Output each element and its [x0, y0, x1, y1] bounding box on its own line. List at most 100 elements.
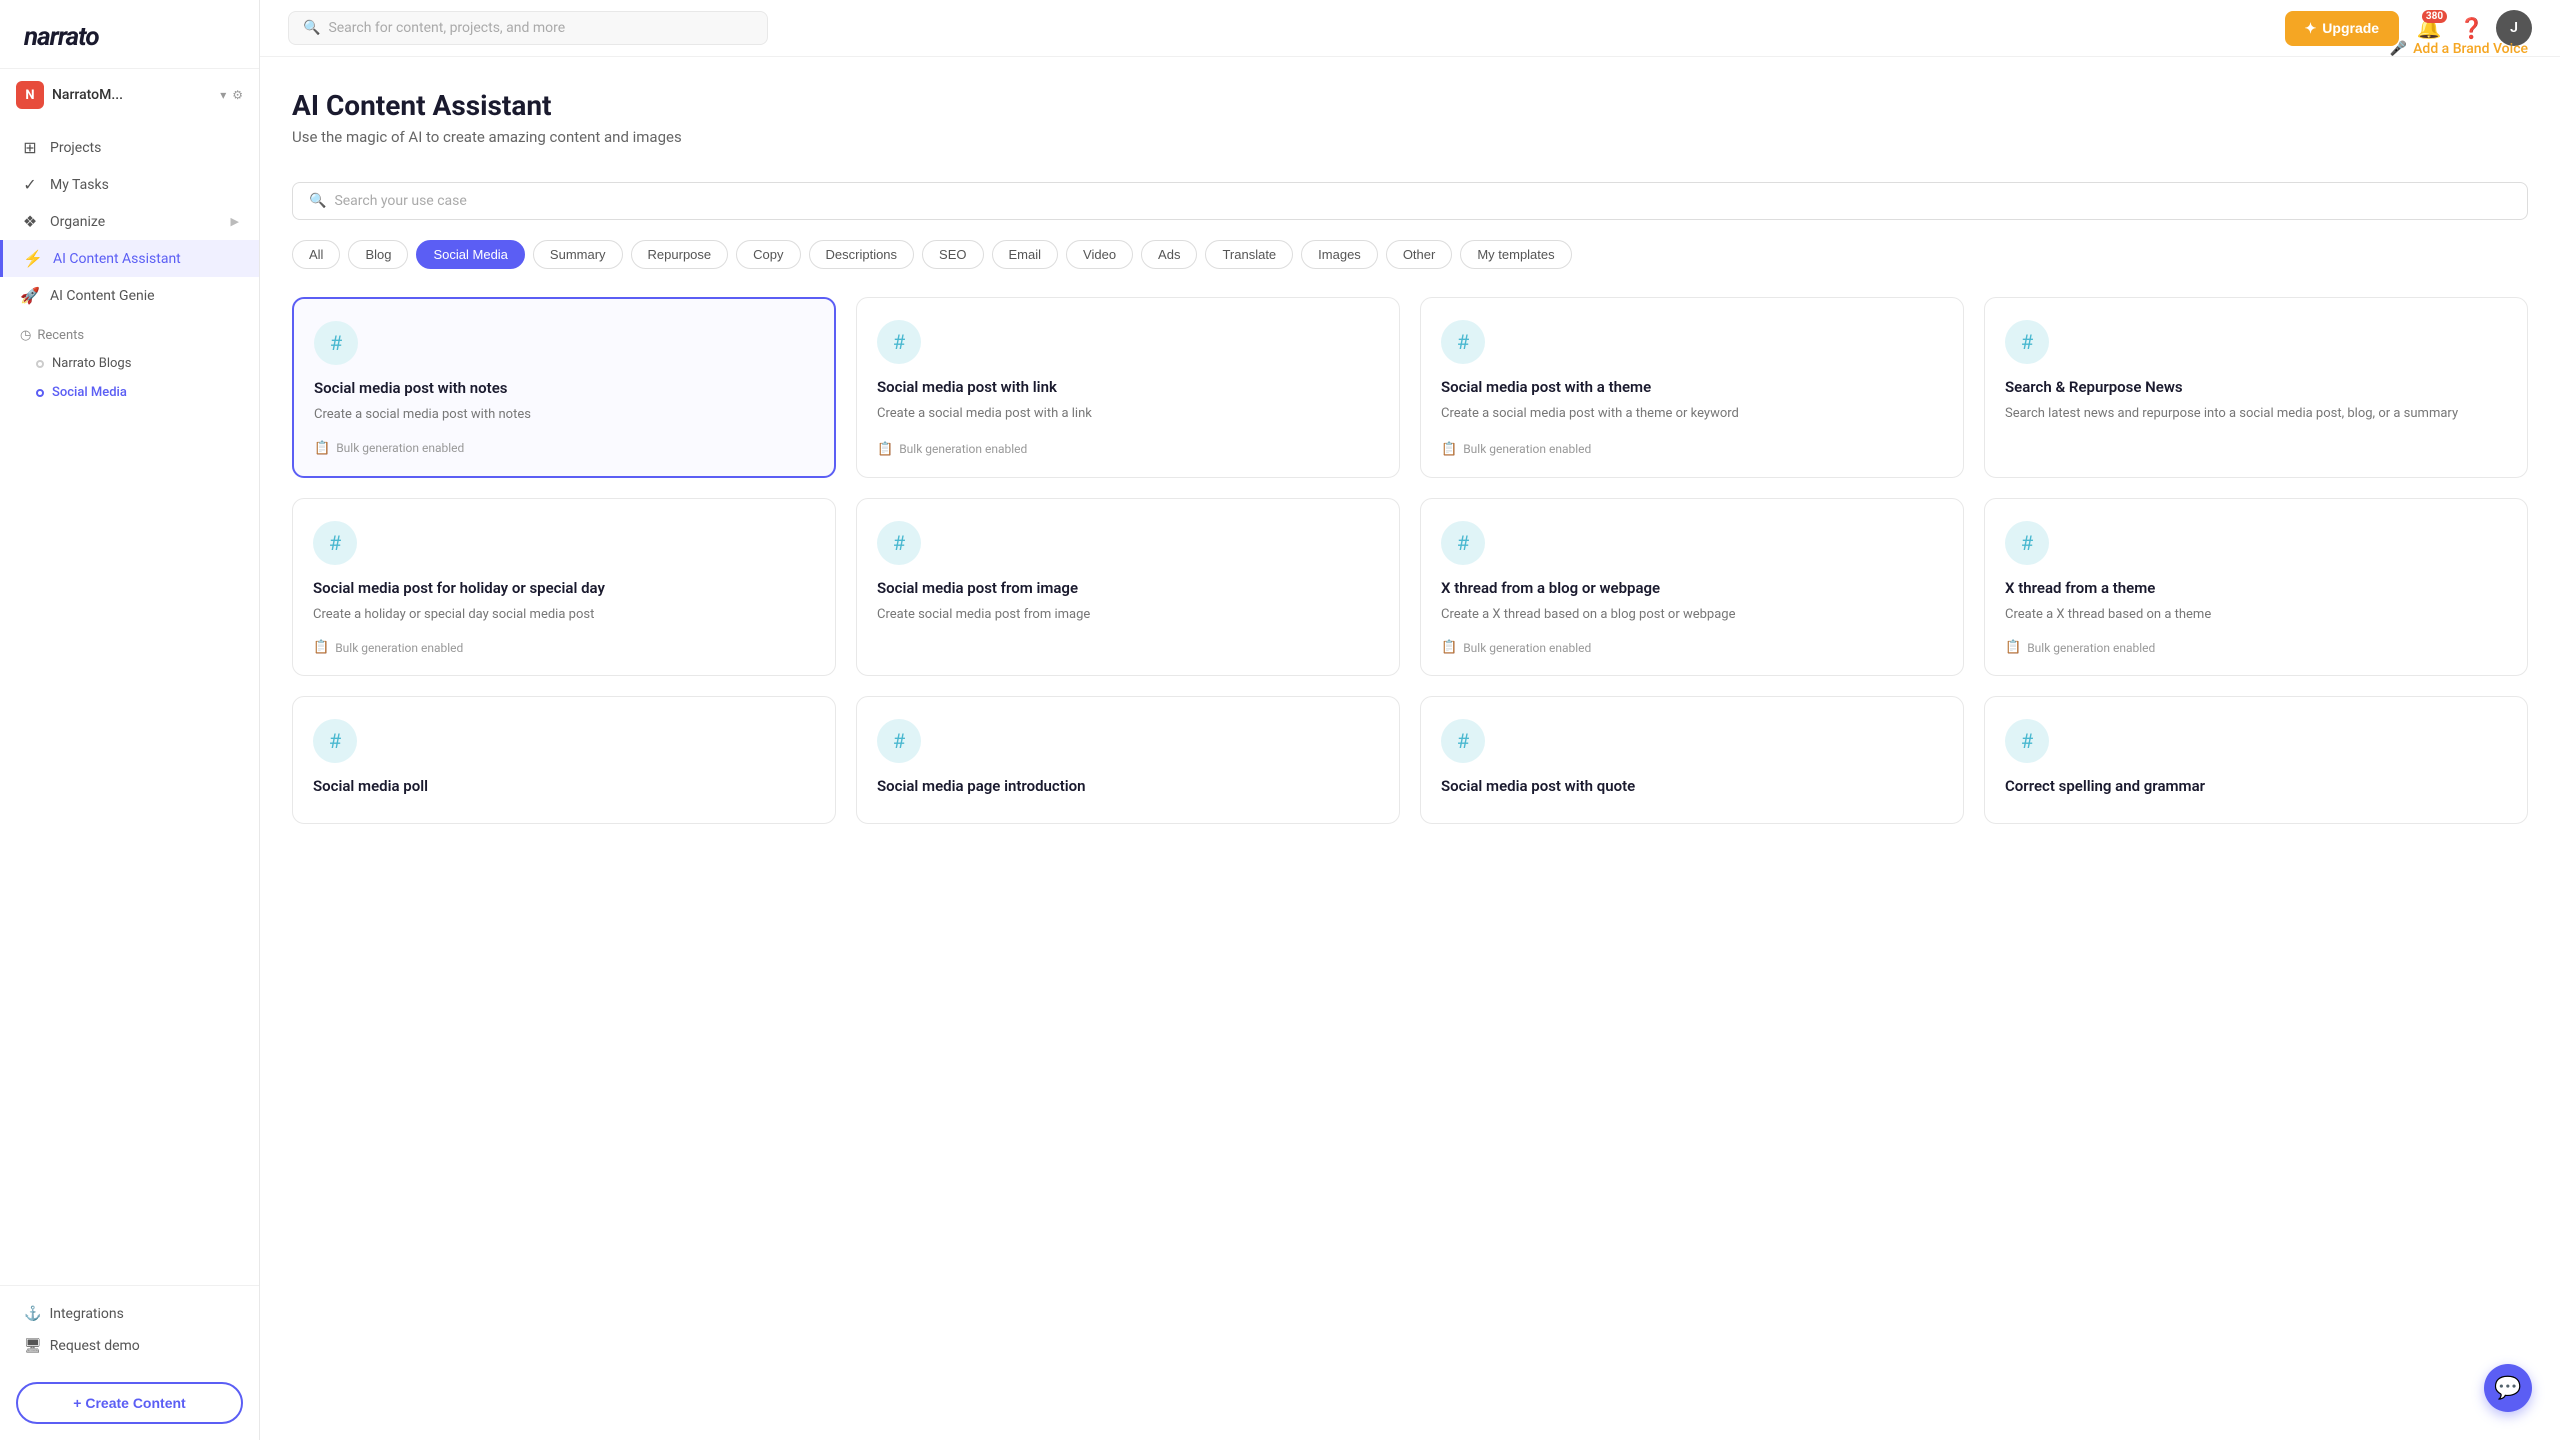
card-search-repurpose-news[interactable]: # Search & Repurpose News Search latest …	[1984, 297, 2528, 478]
sidebar-item-ai-content-assistant[interactable]: ⚡ AI Content Assistant	[0, 240, 259, 277]
cards-grid: # Social media post with notes Create a …	[292, 297, 2528, 824]
card-desc-search-repurpose-news: Search latest news and repurpose into a …	[2005, 404, 2507, 457]
card-title-social-media-link: Social media post with link	[877, 378, 1379, 396]
card-title-social-media-notes: Social media post with notes	[314, 379, 814, 397]
settings-icon[interactable]: ⚙	[232, 88, 243, 102]
sidebar-item-projects[interactable]: ⊞ Projects	[0, 129, 259, 166]
bulk-icon: 📋	[2005, 640, 2021, 655]
request-demo-icon: 🖥	[24, 1338, 42, 1354]
filter-pill-copy[interactable]: Copy	[736, 240, 800, 269]
filter-pill-blog[interactable]: Blog	[348, 240, 408, 269]
bulk-icon: 📋	[314, 441, 330, 456]
search-icon-small: 🔍	[309, 193, 326, 209]
bottom-item-integrations[interactable]: ⚓ Integrations	[16, 1298, 243, 1330]
card-title-social-media-quote: Social media post with quote	[1441, 777, 1943, 795]
card-icon-social-media-link: #	[877, 320, 921, 364]
filter-pill-translate[interactable]: Translate	[1205, 240, 1293, 269]
sidebar-item-label: AI Content Assistant	[53, 251, 181, 267]
bottom-item-request-demo[interactable]: 🖥 Request demo	[16, 1330, 243, 1362]
filter-pill-summary[interactable]: Summary	[533, 240, 623, 269]
filter-pill-video[interactable]: Video	[1066, 240, 1133, 269]
card-desc-x-thread-blog: Create a X thread based on a blog post o…	[1441, 605, 1943, 625]
card-icon-search-repurpose-news: #	[2005, 320, 2049, 364]
filter-pill-my-templates[interactable]: My templates	[1460, 240, 1571, 269]
card-desc-social-media-holiday: Create a holiday or special day social m…	[313, 605, 815, 625]
help-button[interactable]: ❓	[2459, 16, 2484, 40]
bulk-label: Bulk generation enabled	[336, 441, 464, 455]
bulk-icon: 📋	[1441, 442, 1457, 457]
card-social-media-poll[interactable]: # Social media poll	[292, 696, 836, 824]
card-social-media-notes[interactable]: # Social media post with notes Create a …	[292, 297, 836, 478]
bottom-item-label: Request demo	[50, 1338, 140, 1354]
card-social-media-quote[interactable]: # Social media post with quote	[1420, 696, 1964, 824]
filter-pill-social-media[interactable]: Social Media	[416, 240, 524, 269]
card-social-media-from-image[interactable]: # Social media post from image Create so…	[856, 498, 1400, 677]
sidebar-item-my-tasks[interactable]: ✓ My Tasks	[0, 166, 259, 203]
chevron-down-icon[interactable]: ▾	[220, 88, 226, 102]
card-x-thread-theme[interactable]: # X thread from a theme Create a X threa…	[1984, 498, 2528, 677]
sidebar-item-ai-content-genie[interactable]: 🚀 AI Content Genie	[0, 277, 259, 314]
upgrade-icon: ✦	[2305, 20, 2317, 37]
workspace-selector[interactable]: N NarratoM... ▾ ⚙	[0, 69, 259, 121]
filter-pill-images[interactable]: Images	[1301, 240, 1378, 269]
card-x-thread-blog[interactable]: # X thread from a blog or webpage Create…	[1420, 498, 1964, 677]
card-title-social-media-holiday: Social media post for holiday or special…	[313, 579, 815, 597]
filter-pill-all[interactable]: All	[292, 240, 340, 269]
recent-item-social-media[interactable]: Social Media	[0, 378, 259, 407]
sidebar-item-label: My Tasks	[50, 177, 109, 193]
card-social-media-holiday[interactable]: # Social media post for holiday or speci…	[292, 498, 836, 677]
usecase-placeholder: Search your use case	[334, 193, 466, 209]
chat-bubble-button[interactable]: 💬	[2484, 1364, 2532, 1412]
sidebar: narrato N NarratoM... ▾ ⚙ ⊞ Projects ✓ M…	[0, 0, 260, 1440]
upgrade-button[interactable]: ✦ Upgrade	[2285, 11, 2400, 46]
card-title-x-thread-blog: X thread from a blog or webpage	[1441, 579, 1943, 597]
card-title-x-thread-theme: X thread from a theme	[2005, 579, 2507, 597]
page-content: AI Content Assistant Use the magic of AI…	[260, 57, 2560, 856]
card-icon-social-media-page-intro: #	[877, 719, 921, 763]
avatar-initial: J	[2510, 20, 2518, 36]
recents-section: ◷ Recents Narrato Blogs Social Media	[0, 314, 259, 415]
sidebar-item-organize[interactable]: ❖ Organize ▶	[0, 203, 259, 240]
card-social-media-theme[interactable]: # Social media post with a theme Create …	[1420, 297, 1964, 478]
bulk-label: Bulk generation enabled	[2027, 641, 2155, 655]
chat-icon: 💬	[2494, 1376, 2521, 1401]
bulk-icon: 📋	[877, 442, 893, 457]
recents-label: ◷ Recents	[0, 322, 259, 349]
page-header-left: AI Content Assistant Use the magic of AI…	[292, 89, 682, 174]
card-bulk-x-thread-blog: 📋 Bulk generation enabled	[1441, 640, 1943, 655]
clock-icon: ◷	[20, 328, 31, 343]
global-search[interactable]: 🔍 Search for content, projects, and more	[288, 11, 768, 45]
usecase-search[interactable]: 🔍 Search your use case	[292, 182, 2528, 220]
mic-icon: 🎤	[2390, 41, 2407, 57]
card-title-correct-spelling: Correct spelling and grammar	[2005, 777, 2507, 795]
card-correct-spelling[interactable]: # Correct spelling and grammar	[1984, 696, 2528, 824]
notifications-button[interactable]: 🔔 380	[2411, 10, 2447, 46]
sidebar-item-label: AI Content Genie	[50, 288, 155, 304]
bulk-label: Bulk generation enabled	[335, 641, 463, 655]
filter-pill-email[interactable]: Email	[992, 240, 1059, 269]
recent-item-narrato-blogs[interactable]: Narrato Blogs	[0, 349, 259, 378]
card-social-media-page-intro[interactable]: # Social media page introduction	[856, 696, 1400, 824]
create-content-button[interactable]: + Create Content	[16, 1382, 243, 1424]
card-bulk-x-thread-theme: 📋 Bulk generation enabled	[2005, 640, 2507, 655]
search-icon: 🔍	[303, 20, 320, 36]
card-title-search-repurpose-news: Search & Repurpose News	[2005, 378, 2507, 396]
sidebar-item-label: Projects	[50, 140, 101, 156]
sidebar-bottom: ⚓ Integrations 🖥 Request demo	[0, 1285, 259, 1374]
filter-pill-repurpose[interactable]: Repurpose	[631, 240, 729, 269]
recent-item-label: Narrato Blogs	[52, 356, 131, 371]
integrations-icon: ⚓	[24, 1306, 41, 1322]
card-social-media-link[interactable]: # Social media post with link Create a s…	[856, 297, 1400, 478]
card-icon-x-thread-blog: #	[1441, 521, 1485, 565]
filter-pill-other[interactable]: Other	[1386, 240, 1453, 269]
filter-pill-seo[interactable]: SEO	[922, 240, 983, 269]
workspace-controls: ▾ ⚙	[220, 88, 243, 102]
card-bulk-social-media-holiday: 📋 Bulk generation enabled	[313, 640, 815, 655]
card-icon-x-thread-theme: #	[2005, 521, 2049, 565]
filter-pill-ads[interactable]: Ads	[1141, 240, 1197, 269]
card-bulk-social-media-theme: 📋 Bulk generation enabled	[1441, 442, 1943, 457]
card-desc-x-thread-theme: Create a X thread based on a theme	[2005, 605, 2507, 625]
filter-pill-descriptions[interactable]: Descriptions	[809, 240, 915, 269]
card-icon-social-media-notes: #	[314, 321, 358, 365]
card-desc-social-media-theme: Create a social media post with a theme …	[1441, 404, 1943, 426]
